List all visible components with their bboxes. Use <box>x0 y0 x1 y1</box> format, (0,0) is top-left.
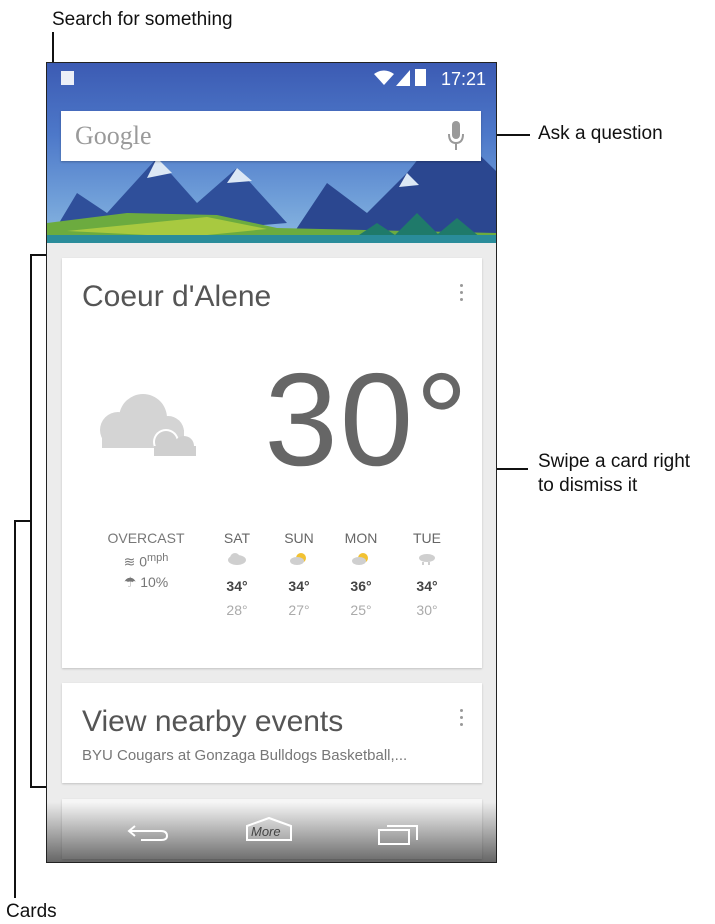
events-title: View nearby events <box>82 705 344 738</box>
forecast-day: SUN 34° 27° <box>274 530 324 624</box>
forecast-low: 28° <box>226 602 248 618</box>
weather-card[interactable]: Coeur d'Alene 30° OVERCAST ≋ 0mph ☂ 10% <box>62 258 482 668</box>
wind-value: 0 <box>139 553 147 570</box>
wind-row: ≋ 0mph <box>86 552 206 574</box>
forecast-low: 25° <box>350 602 372 618</box>
forecast-day-label: SAT <box>223 530 251 546</box>
precip-value: 10% <box>140 574 169 590</box>
forecast-day: TUE 34° 30° <box>402 530 452 624</box>
search-input[interactable]: Google <box>61 111 481 161</box>
condition-text: OVERCAST <box>107 530 185 546</box>
battery-icon <box>415 69 426 86</box>
events-card[interactable]: View nearby events BYU Cougars at Gonzag… <box>62 683 482 783</box>
forecast-low: 27° <box>288 602 310 618</box>
callout-ask: Ask a question <box>538 123 663 144</box>
wind-unit: mph <box>147 552 169 564</box>
card-menu-icon[interactable] <box>460 284 464 305</box>
navigation-bar: More <box>47 802 496 862</box>
cloud-icon <box>100 394 196 456</box>
forecast-day: MON 36° 25° <box>336 530 386 624</box>
callout-swipe-2: to dismiss it <box>538 475 638 496</box>
partly-sunny-icon <box>336 552 386 578</box>
forecast-high: 34° <box>288 578 310 594</box>
cards-line-h <box>14 520 32 522</box>
forecast-low: 30° <box>416 602 438 618</box>
phone-screen: 17:21 Google Coeur d'Alene 30° OVERCAST … <box>46 62 497 863</box>
forecast-high: 36° <box>350 578 372 594</box>
card-menu-icon[interactable] <box>460 709 464 730</box>
status-time: 17:21 <box>440 69 486 89</box>
more-label[interactable]: More <box>251 824 281 839</box>
rain-snow-icon <box>402 552 452 578</box>
forecast-high: 34° <box>416 578 438 594</box>
cards-line-v <box>14 520 16 898</box>
google-logo: Google <box>75 121 152 150</box>
callout-swipe-1: Swipe a card right <box>538 451 691 472</box>
forecast-day-label: TUE <box>413 530 441 546</box>
events-subtitle: BYU Cougars at Gonzaga Bulldogs Basketba… <box>82 747 408 764</box>
callout-cards: Cards <box>6 901 57 922</box>
back-icon[interactable] <box>127 822 171 842</box>
current-temperature: 30° <box>264 346 470 493</box>
wifi-icon <box>374 70 394 85</box>
status-bar: 17:21 <box>47 63 496 95</box>
cloudy-icon <box>212 552 262 578</box>
notification-icon <box>61 71 74 85</box>
forecast-day-label: MON <box>344 530 378 546</box>
callout-search: Search for something <box>52 9 233 30</box>
city-name: Coeur d'Alene <box>82 280 272 313</box>
precip-row: ☂ 10% <box>86 574 206 596</box>
signal-icon <box>396 70 410 86</box>
forecast-day-label: SUN <box>284 530 314 546</box>
current-conditions: OVERCAST ≋ 0mph ☂ 10% <box>86 530 206 596</box>
forecast-high: 34° <box>226 578 248 594</box>
recent-apps-icon[interactable] <box>377 822 421 846</box>
umbrella-icon: ☂ <box>123 574 137 590</box>
wind-icon: ≋ <box>123 553 136 570</box>
mic-icon[interactable] <box>447 121 465 151</box>
forecast-day: SAT 34° 28° <box>212 530 262 624</box>
header-banner: 17:21 Google <box>47 63 496 243</box>
partly-sunny-icon <box>274 552 324 578</box>
